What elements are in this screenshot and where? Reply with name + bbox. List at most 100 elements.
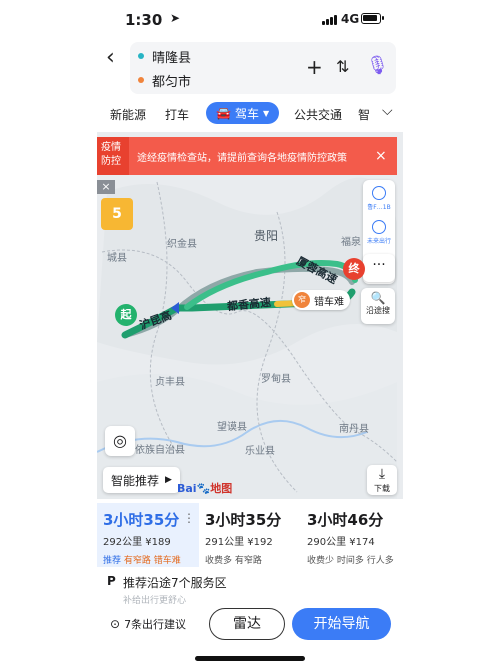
route-header: ‹ 晴隆县 都匀市 + ⇅ 🎙 xyxy=(0,40,500,98)
route-input-box: 晴隆县 都匀市 + ⇅ 🎙 xyxy=(130,42,396,94)
parking-icon: P xyxy=(107,574,116,588)
tab-more-modes[interactable]: 智 xyxy=(358,106,370,123)
tab-driving-label: 驾车 xyxy=(234,106,259,121)
search-along-route-label: 沿途搜 xyxy=(366,306,390,315)
add-waypoint-icon[interactable]: + xyxy=(306,55,323,79)
epidemic-notice-tag: 疫情防控 xyxy=(97,137,129,175)
start-marker[interactable]: 起 xyxy=(115,304,137,326)
vehicle-plate-button[interactable]: 鲁F…1B xyxy=(363,186,395,211)
route-meta: 290公里 ¥174 xyxy=(307,537,375,548)
route-tag: 行人多 xyxy=(366,556,394,566)
epidemic-notice-text: 途经疫情检查站，请提前查询各地疫情防控政策 xyxy=(137,152,347,164)
service-area-title: 推荐沿途7个服务区 xyxy=(123,576,227,590)
map-label-wangmo: 望谟县 xyxy=(217,422,247,433)
origin-field[interactable]: 晴隆县 xyxy=(138,45,191,67)
narrow-road-icon: 窄 xyxy=(294,292,310,308)
expand-tabs-chevron-icon[interactable]: ⌵ xyxy=(382,103,393,119)
tab-driving[interactable]: 🚘 驾车 ▼ xyxy=(206,102,280,124)
swap-route-icon[interactable]: ⇅ xyxy=(336,57,349,76)
vehicle-plate-label: 鲁F…1B xyxy=(367,204,391,211)
download-map-button[interactable]: ⤓ 下载 xyxy=(367,465,397,495)
route-tags: 收费少 时间多 行人多 xyxy=(307,553,397,566)
map-label-fuquan: 福泉 xyxy=(341,237,361,248)
promo-badge-text: 5 xyxy=(112,206,122,222)
route-option-2[interactable]: 3小时35分 291公里 ¥192 收费多 有窄路 xyxy=(199,503,301,567)
destination-dot-icon xyxy=(138,77,144,83)
road-warning-bubble[interactable]: 窄 错车难 xyxy=(292,290,350,310)
more-options-icon[interactable]: ··· xyxy=(363,254,395,282)
route-duration: 3小时35分 xyxy=(205,511,282,529)
status-time: 1:30 xyxy=(125,11,163,29)
map-view[interactable]: 贵阳 织金县 城县 福泉 贞丰县 罗甸县 望谟县 乐业县 南丹县 布依族自治县 … xyxy=(97,132,403,499)
map-label-leye: 乐业县 xyxy=(245,446,275,457)
start-marker-text: 起 xyxy=(120,308,132,321)
route-option-3[interactable]: 3小时46分 290公里 ¥174 收费少 时间多 行人多 xyxy=(301,503,403,567)
signal-icon xyxy=(322,15,337,25)
start-navigation-button[interactable]: 开始导航 xyxy=(292,608,391,640)
network-type: 4G xyxy=(341,12,360,26)
route-meta: 292公里 ¥189 xyxy=(103,537,171,548)
status-bar: 1:30 ➤ 4G xyxy=(0,0,500,40)
back-arrow-icon[interactable]: ‹ xyxy=(106,46,124,70)
route-tag: 时间多 xyxy=(336,556,364,566)
close-promo-icon[interactable]: × xyxy=(97,180,115,194)
download-icon: ⤓ xyxy=(378,466,386,482)
map-label-zhenfeng: 贞丰县 xyxy=(155,377,185,388)
chevron-right-icon: ▶ xyxy=(165,475,172,485)
route-tag: 有窄路 xyxy=(123,556,151,566)
map-label-nandan: 南丹县 xyxy=(339,424,369,435)
map-label-zhijin: 织金县 xyxy=(167,239,197,250)
epidemic-notice-banner[interactable]: 疫情防控 途经疫情检查站，请提前查询各地疫情防控政策 × xyxy=(97,137,397,175)
route-option-1[interactable]: 3小时35分 292公里 ¥189 推荐 有窄路 错车难 ⋮ xyxy=(97,503,199,567)
clock-icon xyxy=(372,220,386,234)
car-icon: 🚘 xyxy=(216,106,231,120)
origin-text: 晴隆县 xyxy=(152,50,192,66)
service-area-recommendation[interactable]: P 推荐沿途7个服务区 补给出行更舒心 xyxy=(97,573,403,606)
destination-field[interactable]: 都匀市 xyxy=(138,69,191,91)
voice-assistant-icon[interactable]: 🎙 xyxy=(366,55,389,76)
logo-text-b: 地图 xyxy=(210,482,233,495)
route-meta: 291公里 ¥192 xyxy=(205,537,273,548)
route-tags: 推荐 有窄路 错车难 xyxy=(103,553,193,566)
search-icon: 🔍 xyxy=(370,291,386,305)
battery-icon xyxy=(361,13,384,24)
tab-public-transit[interactable]: 公共交通 xyxy=(294,106,342,123)
smart-recommend-button[interactable]: 智能推荐 ▶ xyxy=(103,467,180,493)
tab-taxi[interactable]: 打车 xyxy=(165,106,189,123)
logo-text-a: Bai xyxy=(177,482,197,495)
location-arrow-icon: ➤ xyxy=(170,11,181,25)
tab-new-energy[interactable]: 新能源 xyxy=(110,106,146,123)
route-tags: 收费多 有窄路 xyxy=(205,553,295,566)
route-tag: 收费少 xyxy=(307,556,335,566)
future-travel-button[interactable]: 未来出行 xyxy=(363,220,395,245)
route-tag: 推荐 xyxy=(103,556,122,566)
download-label: 下载 xyxy=(374,484,390,493)
travel-suggestions-button[interactable]: ⊙ 7条出行建议 xyxy=(110,616,186,632)
search-along-route-button[interactable]: 🔍 沿途搜 xyxy=(361,288,395,324)
end-marker[interactable]: 终 xyxy=(343,258,365,280)
promo-badge[interactable]: 5 xyxy=(101,198,133,230)
road-warning-text: 错车难 xyxy=(314,296,344,308)
radar-button[interactable]: 雷达 xyxy=(209,608,285,640)
home-indicator[interactable] xyxy=(195,656,305,661)
baidu-map-logo: Bai🐾地图 xyxy=(177,482,233,495)
smart-recommend-label: 智能推荐 xyxy=(111,473,160,488)
transport-mode-tabs: 新能源 打车 🚘 驾车 ▼ 公共交通 智 ⌵ xyxy=(96,100,404,128)
locate-me-icon[interactable]: ◎ xyxy=(105,426,135,456)
route-duration: 3小时46分 xyxy=(307,511,384,529)
close-notice-icon[interactable]: × xyxy=(375,148,387,164)
bottom-action-bar: ⊙ 7条出行建议 雷达 开始导航 xyxy=(0,604,500,650)
travel-suggestions-label: 7条出行建议 xyxy=(124,618,187,631)
location-pin-icon: ⊙ xyxy=(110,617,121,631)
map-label-cheng: 城县 xyxy=(107,253,127,264)
origin-dot-icon xyxy=(138,53,144,59)
route-tag: 有窄路 xyxy=(234,556,262,566)
route-options: 3小时35分 292公里 ¥189 推荐 有窄路 错车难 ⋮ 3小时35分 29… xyxy=(97,503,403,567)
end-marker-text: 终 xyxy=(348,262,360,275)
route-tag: 收费多 xyxy=(205,556,233,566)
future-travel-label: 未来出行 xyxy=(366,238,391,245)
route-menu-icon[interactable]: ⋮ xyxy=(183,511,195,525)
map-label-guiyang: 贵阳 xyxy=(254,229,279,243)
vehicle-icon xyxy=(372,186,386,200)
chevron-down-icon: ▼ xyxy=(262,108,270,118)
